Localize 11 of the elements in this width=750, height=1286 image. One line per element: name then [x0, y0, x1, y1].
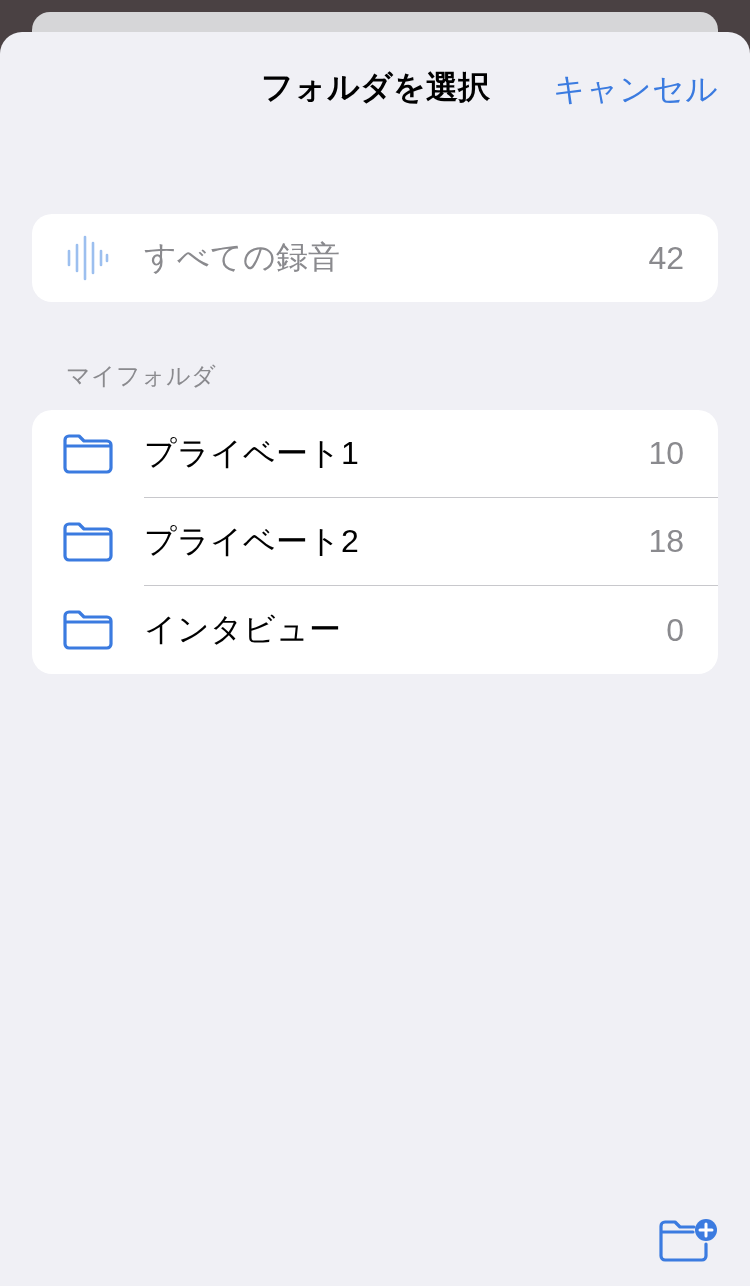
folder-name[interactable]: プライベート2: [144, 519, 649, 564]
folder-count: 0: [666, 611, 684, 649]
section-header: マイフォルダ: [66, 361, 217, 391]
all-recordings-label: すべての録音: [144, 238, 341, 277]
cancel-button[interactable]: キャンセル: [553, 68, 718, 112]
sheet-title: フォルダを選択: [260, 68, 490, 107]
folder-name[interactable]: プライベート1: [144, 431, 649, 476]
recording-count: 42: [648, 239, 684, 277]
folder-name[interactable]: インタビュー: [144, 608, 667, 652]
folder-count: 18: [648, 523, 684, 560]
folder-count: 10: [648, 435, 684, 472]
